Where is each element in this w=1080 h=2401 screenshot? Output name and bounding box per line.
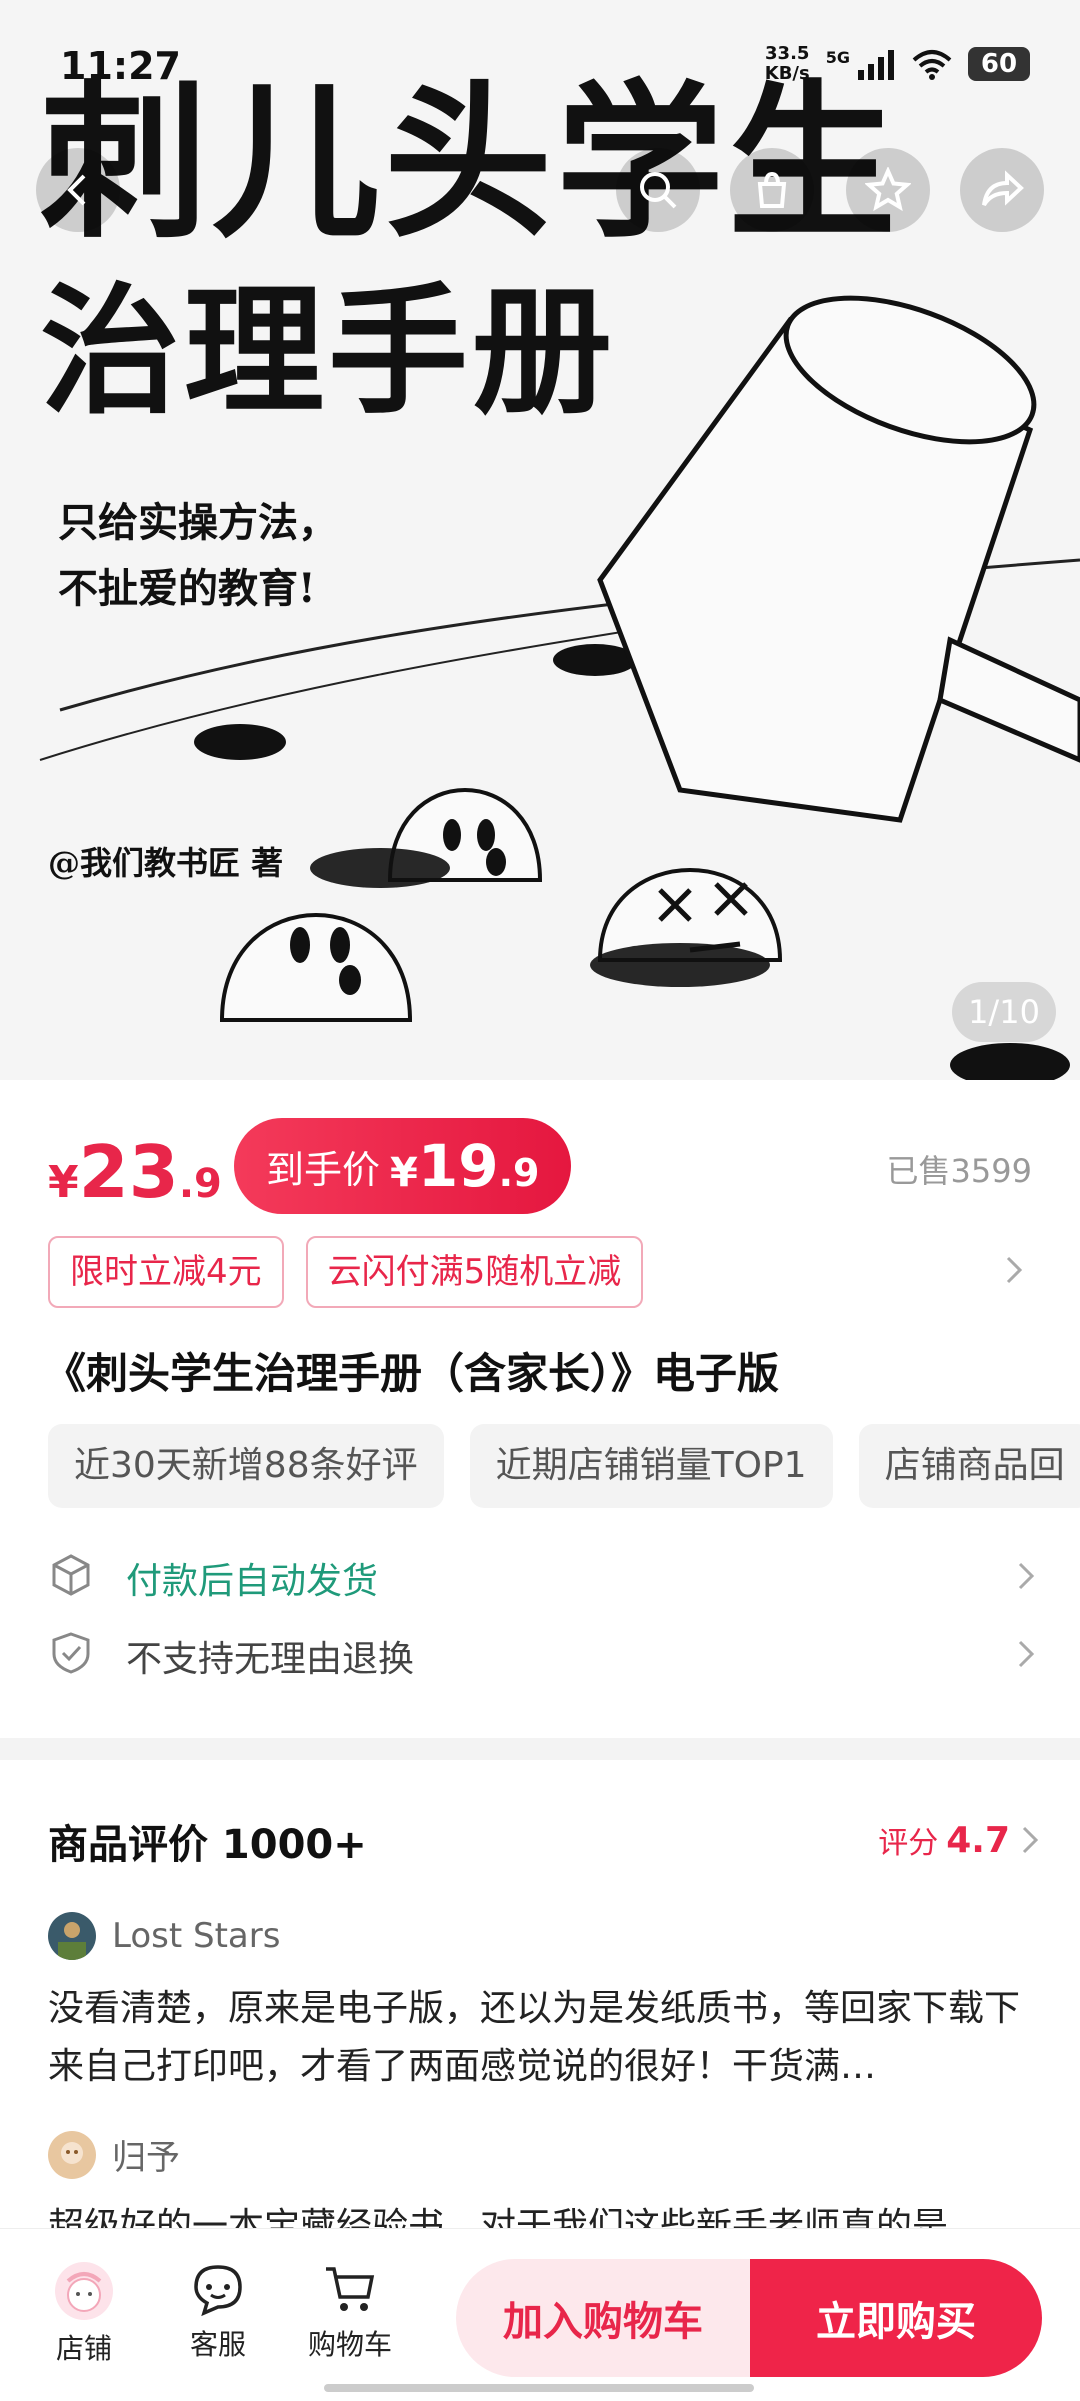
product-title: 《刺头学生治理手册（含家长）》电子版	[44, 1349, 780, 1398]
hero-title-line2: 治理手册	[40, 270, 617, 434]
hero-subtitle-line2: 不扯爱的教育!	[58, 565, 316, 612]
shield-check-icon	[52, 1632, 90, 1674]
cart-label: 购物车	[308, 2328, 393, 2361]
review-text[interactable]: 没看清楚，原来是电子版，还以为是发纸质书，等回家下载下来自己打印吧，才看了两面感…	[48, 1980, 1038, 2096]
cart-button[interactable]: 购物车	[308, 2261, 392, 2363]
coupon-row[interactable]: 限时立减4元 云闪付满5随机立减	[48, 1236, 1038, 1308]
avatar	[48, 2130, 96, 2179]
buy-now-button[interactable]: 立即购买	[750, 2259, 1042, 2377]
network-speed-value: 33.5	[765, 43, 810, 64]
package-icon	[52, 1554, 90, 1596]
hero-subtitle-line1: 只给实操方法，	[58, 499, 338, 546]
coupon-badge[interactable]: 云闪付满5随机立减	[305, 1236, 644, 1308]
chevron-right-icon	[1018, 1562, 1035, 1590]
search-icon	[640, 172, 677, 209]
service-label: 客服	[190, 2328, 247, 2361]
service-text: 不支持无理由退换	[126, 1639, 415, 1680]
final-price-value: ¥19.9	[390, 1132, 539, 1200]
share-button[interactable]	[960, 148, 1044, 232]
highlight-tag[interactable]: 近期店铺销量TOP1	[469, 1424, 833, 1508]
add-to-cart-button[interactable]: 加入购物车	[456, 2259, 750, 2377]
price-decimal: .9	[178, 1161, 222, 1207]
price-currency: ¥	[48, 1157, 79, 1208]
network-speed: 33.5 KB/s	[765, 44, 810, 84]
service-auto-delivery[interactable]: 付款后自动发货	[48, 1546, 1038, 1606]
avatar	[48, 1912, 96, 1960]
chevron-right-icon	[1018, 1640, 1035, 1668]
reviews-title[interactable]: 商品评价 1000+	[48, 1812, 367, 1870]
cart-icon	[326, 2267, 375, 2311]
price-row: ¥23.9 到手价 ¥19.9 已售3599	[48, 1118, 1038, 1218]
image-page-indicator: 1/10	[952, 982, 1056, 1042]
rating-value: 4.7	[946, 1819, 1010, 1861]
status-time: 11:27	[60, 44, 181, 88]
star-icon	[865, 167, 911, 212]
chevron-right-icon[interactable]	[1002, 1252, 1026, 1288]
highlight-tag[interactable]: 店铺商品回	[858, 1424, 1080, 1508]
review-text[interactable]: 超级好的一本宝藏经验书，对于我们这些新手老师真的是	[48, 2198, 1038, 2228]
customer-service-button[interactable]: 客服	[190, 2261, 246, 2363]
coupon-badge[interactable]: 限时立减4元	[48, 1236, 284, 1308]
original-price: ¥23.9	[48, 1130, 222, 1214]
store-button[interactable]	[730, 148, 814, 232]
reviewer: 归予	[48, 2130, 180, 2179]
network-type: 5G	[825, 47, 850, 67]
back-icon	[67, 174, 86, 206]
shop-button[interactable]: 店铺	[54, 2261, 114, 2367]
rating-label: 评分	[878, 1826, 939, 1861]
service-return-policy[interactable]: 不支持无理由退换	[48, 1624, 1038, 1684]
hero-author: @我们教书匠 著	[48, 844, 284, 882]
battery-level: 60	[980, 49, 1018, 79]
shop-avatar-icon	[55, 2262, 113, 2320]
service-text: 付款后自动发货	[126, 1561, 379, 1602]
reviewer: Lost Stars	[48, 1912, 280, 1960]
wifi-icon	[912, 50, 952, 80]
final-price-currency: ¥	[390, 1150, 418, 1196]
bottom-action-bar: 店铺 客服 购物车 加入购物车 立即购买	[0, 2228, 1080, 2401]
share-icon	[982, 170, 1024, 207]
section-divider	[0, 1738, 1080, 1760]
chevron-right-icon	[1022, 1826, 1039, 1854]
final-price-label: 到手价	[266, 1147, 381, 1192]
final-price-decimal: .9	[498, 1151, 540, 1195]
signal-icon	[858, 50, 894, 80]
back-button[interactable]	[36, 148, 120, 232]
price-integer: 23	[78, 1130, 179, 1214]
hero-subtitle: 只给实操方法， 不扯爱的教育!	[58, 490, 338, 622]
battery-icon: 60	[968, 47, 1030, 81]
reviewer-name: 归予	[112, 2138, 180, 2178]
status-icons: 33.5 KB/s 5G 60	[765, 44, 1030, 84]
sold-count: 已售3599	[886, 1152, 1032, 1190]
highlight-tag[interactable]: 近30天新增88条好评	[48, 1424, 444, 1508]
store-icon	[757, 171, 787, 208]
home-indicator[interactable]	[324, 2384, 754, 2392]
chat-icon	[194, 2265, 242, 2317]
network-speed-unit: KB/s	[764, 63, 810, 84]
shop-label: 店铺	[55, 2332, 112, 2365]
reviewer-name: Lost Stars	[112, 1916, 281, 1956]
final-price-integer: 19	[417, 1132, 499, 1200]
search-button[interactable]	[616, 148, 700, 232]
final-price-badge: 到手价 ¥19.9	[234, 1118, 572, 1214]
favorite-button[interactable]	[846, 148, 930, 232]
rating-summary[interactable]: 评分 4.7	[878, 1818, 1042, 1862]
highlight-tags: 近30天新增88条好评 近期店铺销量TOP1 店铺商品回	[48, 1424, 1080, 1508]
